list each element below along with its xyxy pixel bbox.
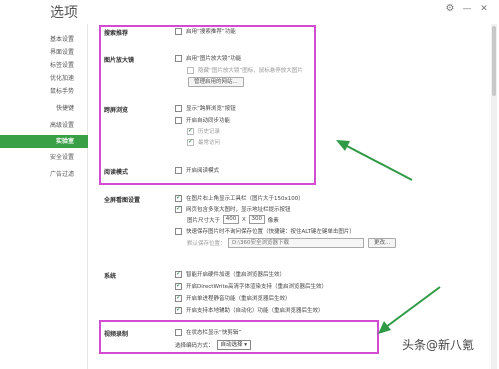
arrow-annotation	[336, 140, 441, 334]
arrow-head-lower	[378, 321, 391, 334]
arrow-line-lower	[385, 286, 441, 328]
watermark: 头条@新八氪	[402, 338, 475, 352]
arrow-line-upper	[344, 144, 413, 181]
